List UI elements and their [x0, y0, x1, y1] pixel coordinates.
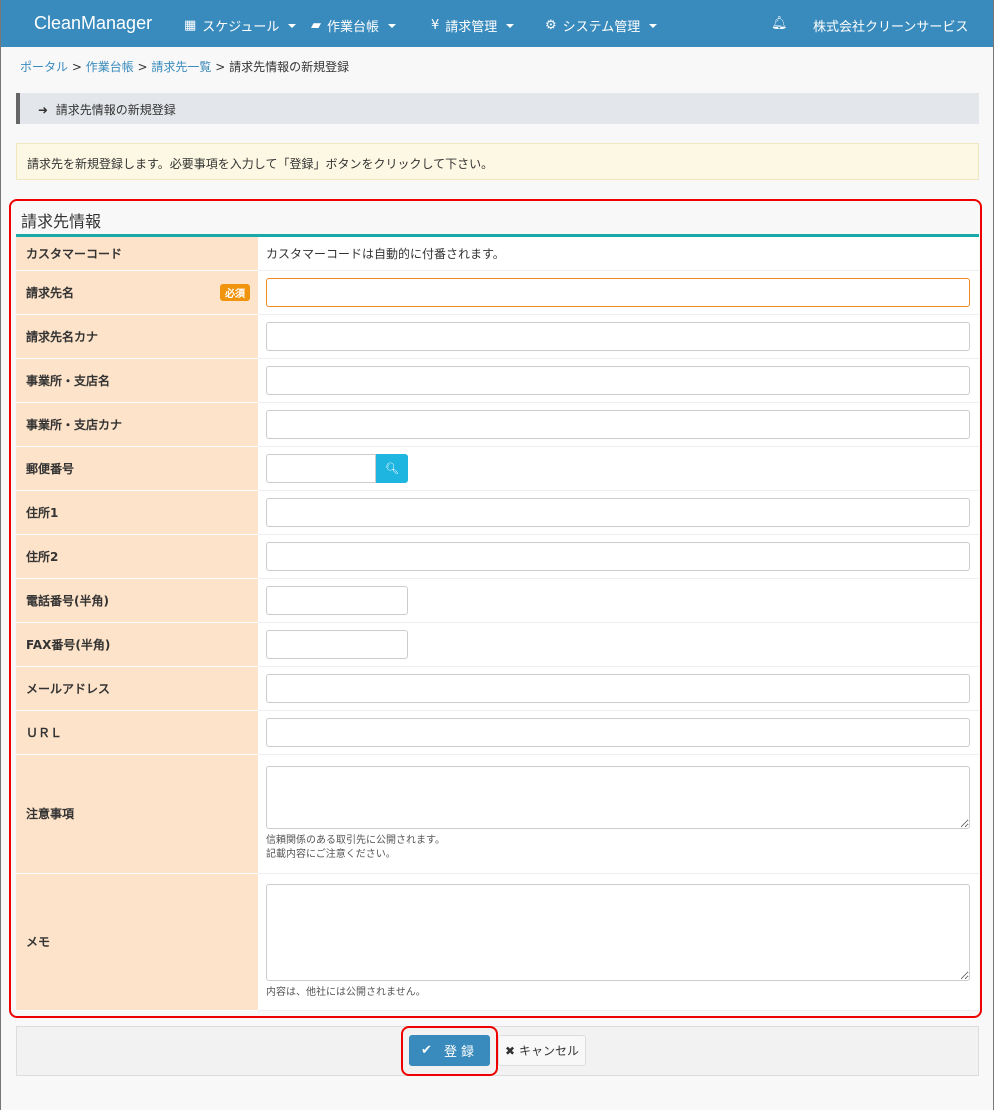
- email-input[interactable]: [266, 673, 970, 703]
- memo-textarea[interactable]: [266, 883, 970, 981]
- label-kana: 請求先名カナ: [16, 314, 258, 359]
- yen-icon: ¥: [431, 18, 440, 33]
- table-row: 事業所・支店カナ: [16, 402, 979, 447]
- label-name: 請求先名: [26, 285, 75, 300]
- caution-textarea[interactable]: [266, 765, 970, 829]
- label-memo: メモ: [16, 873, 258, 1011]
- label-office-kana: 事業所・支店カナ: [16, 402, 258, 447]
- label-office: 事業所・支店名: [16, 358, 258, 403]
- label-customer-code: カスタマーコード: [16, 237, 258, 271]
- breadcrumb-portal[interactable]: ポータル: [20, 60, 68, 74]
- table-row: 郵便番号 🔍︎: [16, 446, 979, 491]
- address2-input[interactable]: [266, 541, 970, 571]
- kana-input[interactable]: [266, 321, 970, 351]
- submit-button[interactable]: ✔ 登録: [409, 1035, 490, 1066]
- fax-input[interactable]: [266, 629, 408, 659]
- table-row: 請求先名 必須: [16, 270, 979, 315]
- table-row: 住所2: [16, 534, 979, 579]
- label-tel: 電話番号(半角): [16, 578, 258, 623]
- name-input[interactable]: [266, 277, 970, 307]
- table-row: FAX番号(半角): [16, 622, 979, 667]
- caution-help-1: 信頼関係のある取引先に公開されます。: [266, 834, 445, 846]
- label-addr1: 住所1: [16, 490, 258, 535]
- label-caution: 注意事項: [16, 754, 258, 874]
- breadcrumb-work-ledger[interactable]: 作業台帳: [86, 60, 134, 74]
- memo-help: 内容は、他社には公開されません。: [266, 986, 426, 998]
- caution-help-2: 記載内容にご注意ください。: [266, 848, 396, 860]
- bell-icon[interactable]: 🔔︎: [771, 16, 788, 31]
- breadcrumb-current: 請求先情報の新規登録: [229, 60, 350, 74]
- table-row: カスタマーコード カスタマーコードは自動的に付番されます。: [16, 237, 979, 271]
- menu-schedule[interactable]: ▦ スケジュール: [184, 16, 297, 35]
- check-icon: ✔: [421, 1043, 436, 1058]
- label-zip: 郵便番号: [16, 446, 258, 491]
- table-row: 注意事項 信頼関係のある取引先に公開されます。 記載内容にご注意ください。: [16, 754, 979, 874]
- required-badge: 必須: [220, 284, 250, 301]
- page-title: ➜ 請求先情報の新規登録: [16, 93, 979, 124]
- search-icon[interactable]: 🔍︎: [376, 453, 408, 483]
- label-mail: メールアドレス: [16, 666, 258, 711]
- url-input[interactable]: [266, 717, 970, 747]
- address1-input[interactable]: [266, 497, 970, 527]
- close-icon: ✖: [504, 1043, 516, 1058]
- caret-icon: [649, 23, 658, 28]
- navbar: CleanManager ▦ スケジュール ▰ 作業台帳 ¥ 請求管理 ⚙ システム管理…: [1, 0, 993, 47]
- label-url: ＵＲＬ: [16, 710, 258, 755]
- caret-icon: [288, 23, 297, 28]
- table-row: ＵＲＬ: [16, 710, 979, 755]
- label-addr2: 住所2: [16, 534, 258, 579]
- breadcrumb-billing-list[interactable]: 請求先一覧: [151, 60, 211, 74]
- notice-alert: 請求先を新規登録します。必要事項を入力して「登録」ボタンをクリックして下さい。: [16, 143, 979, 180]
- table-row: 請求先名カナ: [16, 314, 979, 359]
- breadcrumb: ポータル > 作業台帳 > 請求先一覧 > 請求先情報の新規登録: [20, 60, 350, 74]
- brand-logo[interactable]: CleanManager: [34, 13, 152, 34]
- zip-input[interactable]: [266, 453, 376, 483]
- menu-system[interactable]: ⚙ システム管理: [545, 16, 658, 35]
- table-row: 電話番号(半角): [16, 578, 979, 623]
- menu-billing[interactable]: ¥ 請求管理: [431, 16, 515, 35]
- label-fax: FAX番号(半角): [16, 622, 258, 667]
- customer-code-note: カスタマーコードは自動的に付番されます。: [258, 237, 979, 271]
- office-kana-input[interactable]: [266, 409, 970, 439]
- company-menu[interactable]: 株式会社クリーンサービス: [813, 16, 968, 35]
- caret-icon: [506, 23, 515, 28]
- table-row: 住所1: [16, 490, 979, 535]
- table-row: メールアドレス: [16, 666, 979, 711]
- cancel-button[interactable]: ✖ キャンセル: [498, 1035, 586, 1066]
- calendar-icon: ▦: [184, 18, 197, 33]
- menu-work-ledger[interactable]: ▰ 作業台帳: [311, 16, 397, 35]
- cogs-icon: ⚙: [545, 18, 557, 33]
- caret-icon: [388, 23, 397, 28]
- book-icon: ▰: [311, 18, 321, 33]
- sign-in-icon: ➜: [38, 103, 49, 117]
- panel-title: 請求先情報: [16, 204, 979, 237]
- table-row: メモ 内容は、他社には公開されません。: [16, 873, 979, 1011]
- form-table: カスタマーコード カスタマーコードは自動的に付番されます。 請求先名 必須 請求先名…: [16, 237, 979, 1011]
- table-row: 事業所・支店名: [16, 358, 979, 403]
- tel-input[interactable]: [266, 585, 408, 615]
- office-input[interactable]: [266, 365, 970, 395]
